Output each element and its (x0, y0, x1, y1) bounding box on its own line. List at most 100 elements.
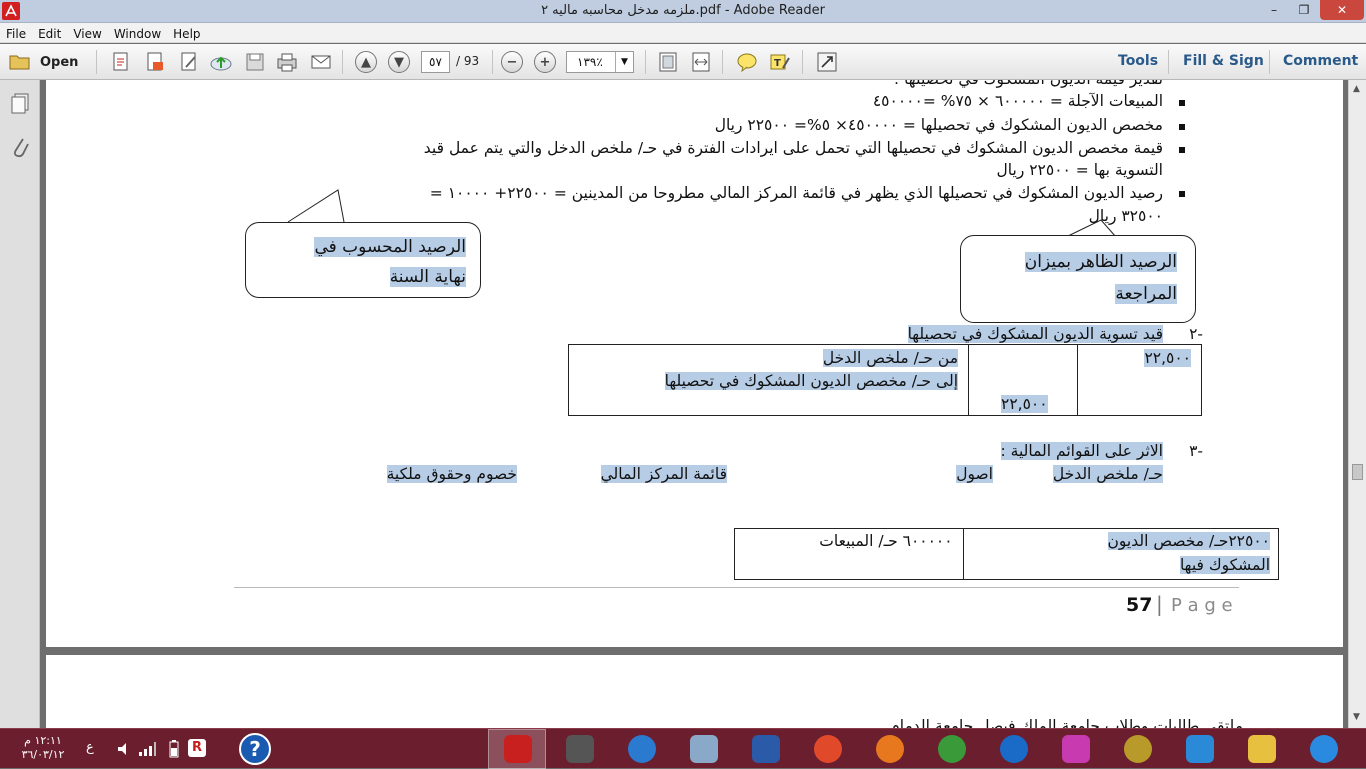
section-number-2: -٢ (1189, 325, 1203, 343)
highlight-text-icon[interactable]: T (767, 50, 793, 74)
text-provision-value: قيمة مخصص الديون المشكوك في تحصيلها التي… (423, 139, 1163, 157)
taskbar-microphone[interactable] (560, 733, 600, 765)
taskbar-internet-explorer[interactable] (1304, 733, 1344, 765)
page-number: 57 (1126, 594, 1153, 616)
next-page-button[interactable]: ▼ (386, 50, 412, 74)
bullet (1179, 191, 1185, 197)
credit-amount: ٢٢,٥٠٠ (1001, 395, 1048, 413)
pdf-page-57: تقدير قيمة الديون المشكوك في تحصيلها : ا… (46, 80, 1343, 647)
firefox-icon (876, 735, 904, 763)
taskbar-media-disc[interactable] (1118, 733, 1158, 765)
system-clock[interactable]: ١٢:١١ م ٣٦/٠٣/١٢ (8, 734, 78, 762)
callout-calculated-balance: الرصيد المحسوب في نهاية السنة (245, 222, 481, 298)
navigation-pane (0, 80, 40, 728)
expand-icon[interactable] (814, 50, 840, 74)
minus-icon: − (501, 51, 523, 73)
callout-left-line1: الرصيد المحسوب في (314, 237, 466, 257)
adobe-reader-icon (504, 735, 532, 763)
browser-swirl-icon (628, 735, 656, 763)
heading-financial-position: قائمة المركز المالي (600, 465, 727, 483)
sticky-note-icon[interactable] (734, 50, 760, 74)
restore-button[interactable]: ❐ (1290, 0, 1318, 20)
scroll-up-icon[interactable]: ▲ (1353, 84, 1360, 94)
heading-income-summary: حـ/ ملخص الدخل (1052, 465, 1163, 483)
tool-blue-icon (1186, 735, 1214, 763)
window-title: ملزمه مدخل محاسبه ماليه ٢.pdf - Adobe Re… (541, 3, 825, 18)
heading-liabilities-equity: خصوم وحقوق ملكية (386, 465, 517, 483)
taskbar-firefox[interactable] (870, 733, 910, 765)
taskbar-calculator[interactable] (684, 733, 724, 765)
callout-right-line2: المراجعة (1115, 284, 1177, 304)
help-support-icon[interactable]: ? (239, 733, 271, 765)
previous-page-button[interactable]: ▲ (353, 50, 379, 74)
menu-view[interactable]: View (67, 24, 107, 44)
menu-edit[interactable]: Edit (32, 24, 67, 44)
puzzle-icon (1062, 735, 1090, 763)
language-indicator[interactable]: ع (86, 740, 94, 755)
taskbar-app-r[interactable] (808, 733, 848, 765)
clock-time: ١٢:١١ م (24, 734, 62, 747)
bullet (1179, 100, 1185, 106)
provision-entry-line1: ٢٢٥٠٠حـ/ مخصص الديون (1107, 532, 1270, 550)
tools-pane-link[interactable]: Tools (1118, 53, 1158, 69)
word-icon (752, 735, 780, 763)
folder-icon (9, 55, 30, 70)
network-signal-icon[interactable] (138, 741, 156, 761)
scroll-thumb[interactable] (1352, 464, 1363, 480)
taskbar-word[interactable] (746, 733, 786, 765)
page-total: / 93 (456, 54, 480, 68)
cut-line: تقدير قيمة الديون المشكوك في تحصيلها : (894, 80, 1163, 88)
pdf-page-58: ملتقى طالبات وطلاب جامعة الملك فيصل جامع… (46, 655, 1343, 728)
zoom-in-button[interactable]: + (532, 50, 558, 74)
page2-header-text: ملتقى طالبات وطلاب جامعة الملك فيصل جامع… (890, 717, 1243, 728)
page-thumbnails-icon[interactable] (9, 92, 31, 118)
menu-help[interactable]: Help (167, 24, 206, 44)
taskbar-chrome[interactable] (932, 733, 972, 765)
plus-icon: + (534, 51, 556, 73)
speaker-icon[interactable] (116, 741, 132, 761)
comment-pane-link[interactable]: Comment (1283, 53, 1358, 69)
export-pdf-icon[interactable] (142, 50, 168, 74)
fill-sign-pane-link[interactable]: Fill & Sign (1183, 53, 1264, 69)
minimize-button[interactable]: – (1260, 0, 1288, 20)
taskbar-browser-swirl[interactable] (622, 733, 662, 765)
taskbar-hp[interactable] (994, 733, 1034, 765)
chevron-down-icon[interactable]: ▼ (615, 52, 633, 72)
create-pdf-icon[interactable] (108, 50, 134, 74)
entry-accounts-cell: من حـ/ ملخص الدخل إلى حـ/ مخصص الديون ال… (568, 344, 969, 416)
debit-cell: ٢٢,٥٠٠ (1077, 344, 1202, 416)
toolbar: Open ▲ ▼ ٥٧ / 93 − + ١٣٩٪ ▼ T Tools Fill… (0, 44, 1366, 80)
save-icon[interactable] (242, 50, 268, 74)
attachments-paperclip-icon[interactable] (10, 134, 30, 164)
provision-cell: ٢٢٥٠٠حـ/ مخصص الديون المشكوك فيها (962, 528, 1280, 580)
text-provision-value-cont: التسوية بها = ٢٢٥٠٠ ريال (996, 161, 1163, 179)
open-button[interactable]: Open (8, 50, 82, 74)
fit-width-icon[interactable] (688, 50, 714, 74)
zoom-out-button[interactable]: − (499, 50, 525, 74)
scroll-down-icon[interactable]: ▼ (1353, 712, 1360, 722)
close-button[interactable]: ✕ (1320, 0, 1364, 20)
email-icon[interactable] (308, 50, 334, 74)
page-number-input[interactable]: ٥٧ (421, 51, 450, 73)
fit-page-icon[interactable] (655, 50, 681, 74)
journal-entry-table: من حـ/ ملخص الدخل إلى حـ/ مخصص الديون ال… (568, 344, 1202, 416)
zoom-value: ١٣٩٪ (577, 55, 603, 69)
taskbar-puzzle[interactable] (1056, 733, 1096, 765)
zoom-select[interactable]: ١٣٩٪ ▼ (566, 51, 634, 73)
print-icon[interactable] (274, 50, 300, 74)
taskbar-tool-blue[interactable] (1180, 733, 1220, 765)
sales-entry: ٦٠٠٠٠٠ حـ/ المبيعات (819, 532, 953, 550)
internet-explorer-icon (1310, 735, 1338, 763)
upload-cloud-icon[interactable] (208, 50, 234, 74)
battery-icon[interactable] (168, 739, 180, 763)
taskbar-folder[interactable] (1242, 733, 1282, 765)
arrow-up-icon: ▲ (355, 51, 377, 73)
menu-file[interactable]: File (0, 24, 32, 44)
tray-app-icon[interactable]: R (188, 739, 206, 757)
menu-window[interactable]: Window (108, 24, 167, 44)
taskbar-adobe-reader[interactable] (498, 733, 538, 765)
microphone-icon (566, 735, 594, 763)
vertical-scrollbar[interactable]: ▲ ▼ (1348, 80, 1366, 728)
edit-pdf-icon[interactable] (176, 50, 202, 74)
provision-entry-line2: المشكوك فيها (1179, 556, 1270, 574)
